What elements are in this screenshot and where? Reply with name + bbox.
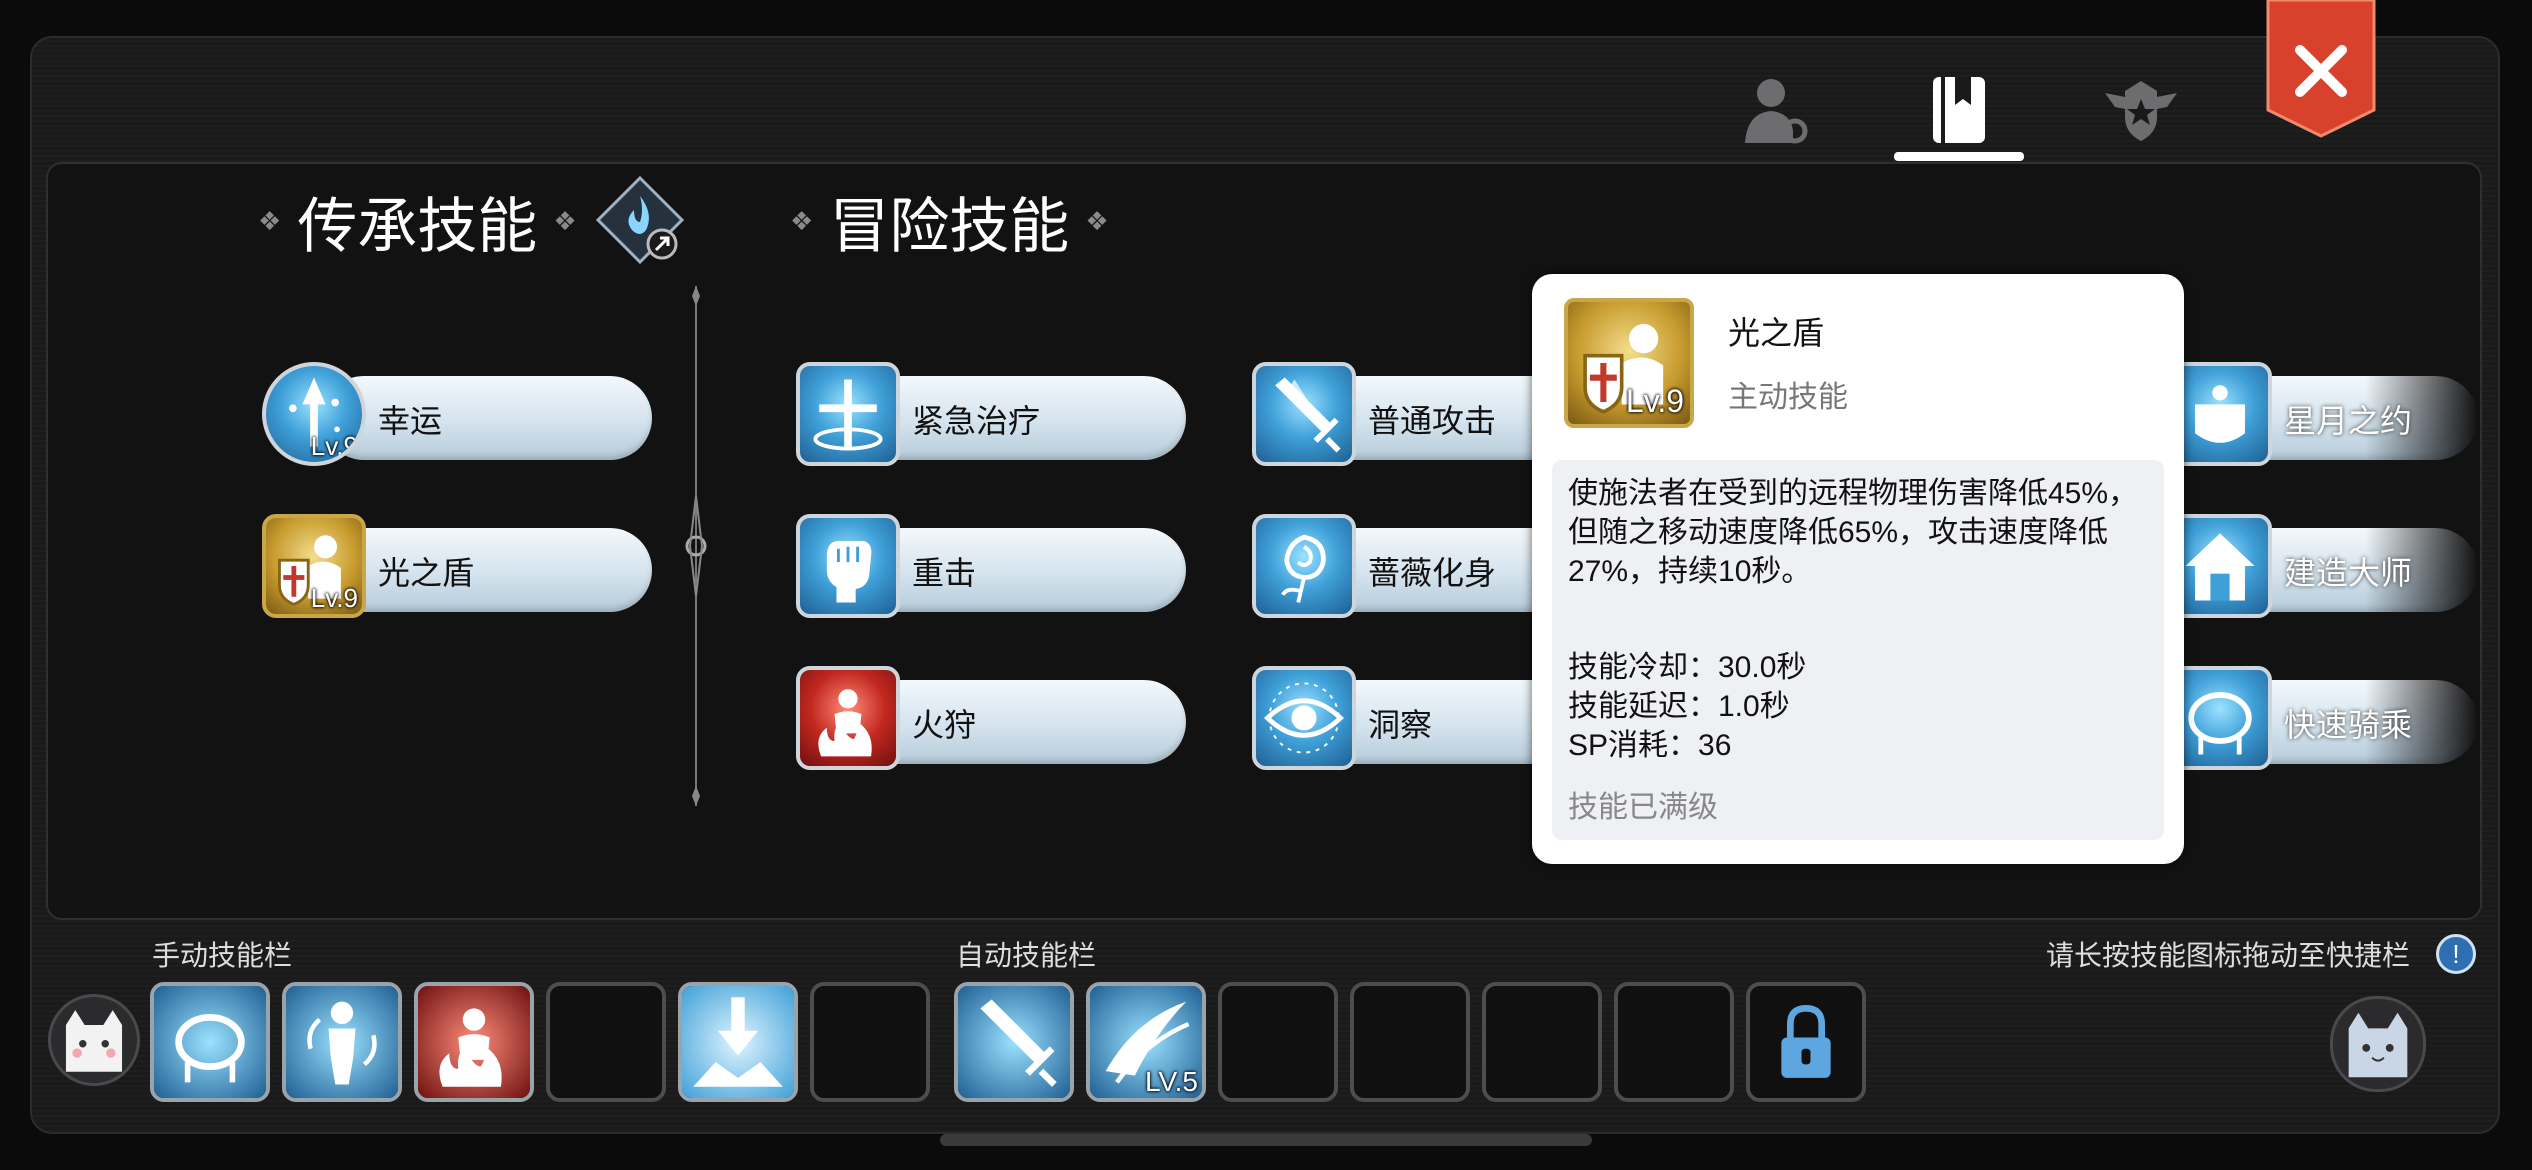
drag-hint: 请长按技能图标拖动至快捷栏 [2046, 940, 2411, 971]
skill-fire-hunt[interactable]: 火狩 [796, 660, 1196, 770]
fire-icon [418, 986, 530, 1098]
tab-skills[interactable] [1904, 56, 2014, 166]
adventure-skills-heading: ❖ 冒险技能 ❖ [790, 178, 1109, 265]
active-tab-indicator [1894, 152, 2024, 161]
person-icon [1745, 79, 1808, 144]
person-rotate-icon [286, 986, 398, 1098]
legacy-skills-title: 传承技能 [297, 193, 538, 260]
tab-guild[interactable] [2086, 56, 2196, 166]
skill-build-master[interactable]: 建造大师 [2168, 508, 2532, 618]
skill-label: 紧急治疗 [912, 403, 1041, 439]
skill-pill [856, 528, 1186, 612]
skill-label: 快速骑乘 [2284, 707, 2413, 743]
manual-bar-avatar[interactable] [48, 994, 140, 1086]
skill-emergency-heal[interactable]: 紧急治疗 [796, 356, 1196, 466]
skill-pill [322, 528, 652, 612]
tooltip-cooldown: 技能冷却：30.0秒 [1568, 651, 1807, 684]
auto-slot-2[interactable]: LV.5 [1086, 982, 1206, 1102]
auto-slot-1[interactable] [954, 982, 1074, 1102]
skill-level: Lv.9 [310, 583, 358, 613]
sword-icon [1252, 362, 1356, 466]
skill-fast-riding[interactable]: 快速骑乘 [2168, 660, 2532, 770]
flame-upgrade-icon [595, 175, 685, 265]
cross-icon [796, 362, 900, 466]
tooltip-skill-type: 主动技能 [1728, 381, 1848, 414]
skill-label: 幸运 [378, 403, 443, 439]
diamond-icon: ❖ [790, 206, 814, 236]
skill-label: 光之盾 [378, 555, 475, 591]
tab-character[interactable] [1720, 56, 1830, 166]
cat-avatar-icon [2348, 1012, 2408, 1078]
rose-icon [1252, 514, 1356, 618]
diamond-icon: ❖ [1085, 206, 1109, 236]
fire-icon [796, 666, 900, 770]
manual-slot-1[interactable] [150, 982, 270, 1102]
skill-label: 蔷薇化身 [1368, 555, 1497, 591]
luck-icon: Lv.9 [262, 362, 366, 466]
horizontal-scrollbar[interactable] [940, 1134, 1592, 1146]
skill-label: 洞察 [1368, 707, 1433, 743]
close-icon [2266, 0, 2376, 138]
tooltip-level: Lv.9 [1625, 383, 1684, 419]
fist-icon [796, 514, 900, 618]
skill-pill [322, 376, 652, 460]
diamond-icon: ❖ [553, 206, 577, 236]
auto-bar-avatar[interactable] [2330, 996, 2426, 1092]
diamond-icon: ❖ [258, 206, 282, 236]
tooltip-skill-name: 光之盾 [1728, 315, 1825, 351]
skill-luck[interactable]: 幸运 Lv.9 [262, 356, 662, 466]
manual-skill-bar-label: 手动技能栏 [152, 940, 293, 971]
auto-slot-4[interactable] [1350, 982, 1470, 1102]
ornament-divider [685, 286, 707, 806]
skill-label: 重击 [912, 555, 977, 591]
light-shield-icon: Lv.9 [262, 514, 366, 618]
saddle-icon [154, 986, 266, 1098]
skill-light-shield[interactable]: 光之盾 Lv.9 [262, 508, 662, 618]
tooltip-description: 使施法者在受到的远程物理伤害降低45%，但随之移动速度降低65%，攻击速度降低2… [1568, 477, 2139, 588]
auto-slot-5[interactable] [1482, 982, 1602, 1102]
tooltip-delay: 技能延迟：1.0秒 [1568, 690, 1790, 723]
manual-slot-6[interactable] [810, 982, 930, 1102]
book-icon [1933, 77, 1985, 143]
skill-pill [856, 680, 1186, 764]
skill-level: Lv.9 [310, 431, 358, 461]
close-button[interactable] [2266, 0, 2376, 138]
cat-avatar-icon [65, 1010, 123, 1072]
auto-slot-3[interactable] [1218, 982, 1338, 1102]
legacy-skills-heading: ❖ 传承技能 ❖ [258, 178, 577, 265]
info-icon[interactable]: ! [2436, 934, 2476, 974]
auto-slot-6[interactable] [1614, 982, 1734, 1102]
skill-label: 普通攻击 [1368, 403, 1497, 439]
skill-label: 星月之约 [2284, 403, 2413, 439]
skill-label: 建造大师 [2284, 555, 2413, 591]
skill-heavy-strike[interactable]: 重击 [796, 508, 1196, 618]
skill-star-moon-pact[interactable]: 星月之约 [2168, 356, 2532, 466]
lock-icon [1781, 1005, 1831, 1078]
eye-icon [1252, 666, 1356, 770]
auto-slot-locked[interactable] [1746, 982, 1866, 1102]
sword-icon [958, 986, 1070, 1098]
light-shield-icon: Lv.9 [1564, 298, 1694, 428]
tooltip-max-level: 技能已满级 [1568, 791, 1718, 824]
tooltip-sp-cost: SP消耗：36 [1568, 729, 1732, 762]
manual-slot-5[interactable] [678, 982, 798, 1102]
manual-slot-4[interactable] [546, 982, 666, 1102]
manual-slot-3[interactable] [414, 982, 534, 1102]
skill-level: LV.5 [1145, 1066, 1198, 1097]
adventure-skills-title: 冒险技能 [829, 193, 1070, 260]
legacy-upgrade-button[interactable] [594, 174, 686, 266]
crest-icon [2105, 81, 2177, 141]
skill-tooltip: Lv.9 光之盾 主动技能 使施法者在受到的远程物理伤害降低45%，但随之移动速… [1532, 274, 2184, 864]
skill-label: 火狩 [912, 707, 977, 743]
descend-icon [682, 986, 794, 1098]
manual-slot-2[interactable] [282, 982, 402, 1102]
auto-skill-bar-label: 自动技能栏 [956, 940, 1097, 971]
